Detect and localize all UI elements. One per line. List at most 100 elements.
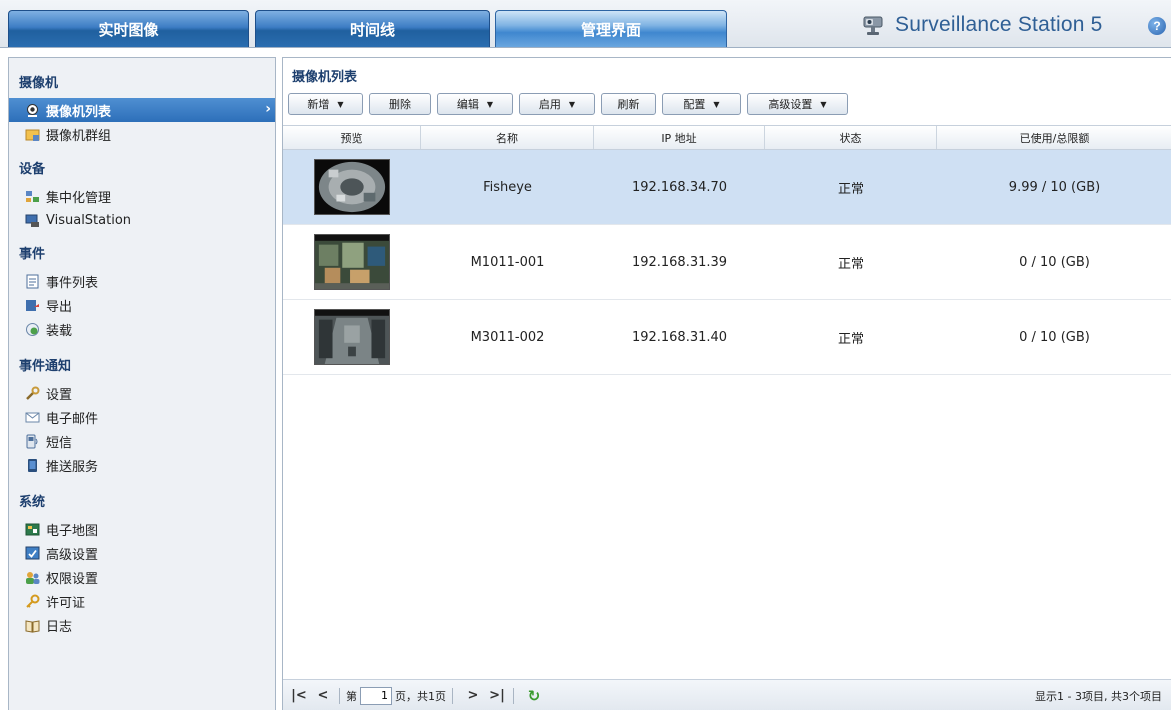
sidebar-item-sms[interactable]: 短信 [9, 429, 275, 453]
sidebar-item-privilege[interactable]: 权限设置 [9, 565, 275, 589]
camera-status: 正常 [837, 331, 864, 347]
edit-button[interactable]: 编辑 ▼ [437, 93, 513, 115]
sidebar-item-label: 推送服务 [46, 459, 99, 475]
sidebar-item-label: 事件列表 [46, 275, 99, 291]
column-header-ip[interactable]: IP 地址 [594, 126, 765, 149]
camera-status: 正常 [837, 181, 864, 197]
brand: Surveillance Station 5 [862, 13, 1103, 37]
add-button[interactable]: 新增 ▼ [288, 93, 363, 115]
sidebar-section-camera: 摄像机 [19, 76, 59, 91]
refresh-button[interactable]: 刷新 [601, 93, 656, 115]
camera-table: Fisheye 192.168.34.70 正常 9.99 / 10 (GB) [283, 150, 1171, 375]
sidebar-item-camera-list[interactable]: 摄像机列表 › [9, 98, 275, 122]
camera-preview-thumbnail [314, 159, 390, 215]
camera-ip: 192.168.31.39 [631, 254, 728, 270]
chevron-down-icon: ▼ [713, 99, 720, 109]
sidebar-item-label: 摄像机列表 [46, 104, 112, 120]
config-button[interactable]: 配置 ▼ [662, 93, 741, 115]
sidebar: 摄像机 摄像机列表 › 摄像机群组 设备 集中化管理 VisualStation… [8, 57, 276, 710]
sidebar-item-export[interactable]: 导出 [9, 293, 275, 317]
pager-summary: 显示1 - 3项目, 共3个项目 [1035, 690, 1162, 703]
sidebar-item-label: 电子地图 [46, 523, 99, 539]
help-icon[interactable]: ? [1148, 17, 1166, 35]
sidebar-item-label: 短信 [46, 435, 73, 451]
sidebar-item-label: 装载 [46, 323, 73, 339]
column-header-status[interactable]: 状态 [765, 126, 937, 149]
chevron-down-icon: ▼ [486, 99, 494, 109]
mount-icon [25, 322, 40, 337]
sidebar-item-label: 电子邮件 [46, 411, 99, 427]
sidebar-item-label: 集中化管理 [46, 190, 112, 206]
advanced-settings-button[interactable]: 高级设置 ▼ [747, 93, 848, 115]
wrench-icon [25, 386, 40, 401]
sidebar-item-notify-settings[interactable]: 设置 [9, 381, 275, 405]
sidebar-item-mount[interactable]: 装载 [9, 317, 275, 341]
sidebar-item-license[interactable]: 许可证 [9, 589, 275, 613]
next-page-icon[interactable]: > [463, 686, 483, 706]
refresh-icon[interactable]: ↻ [524, 686, 544, 706]
previous-page-icon[interactable]: < [313, 686, 333, 706]
advanced-settings-icon [25, 546, 40, 561]
sms-icon [25, 434, 40, 449]
page-number-input[interactable] [360, 686, 392, 705]
camera-usage: 0 / 10 (GB) [1019, 254, 1090, 270]
enable-button[interactable]: 启用 ▼ [519, 93, 595, 115]
pager-divider [452, 687, 453, 704]
tab-management[interactable]: 管理界面 [495, 10, 727, 47]
sidebar-section-events: 事件 [19, 247, 46, 262]
sidebar-item-label: 高级设置 [46, 547, 99, 563]
camera-name: M3011-002 [470, 329, 545, 345]
sidebar-item-log[interactable]: 日志 [9, 613, 275, 637]
sidebar-item-emap[interactable]: 电子地图 [9, 517, 275, 541]
table-row[interactable]: Fisheye 192.168.34.70 正常 9.99 / 10 (GB) [283, 150, 1171, 225]
first-page-icon[interactable]: |< [289, 686, 309, 706]
sidebar-item-label: 设置 [46, 387, 73, 403]
tab-live-view[interactable]: 实时图像 [8, 10, 249, 47]
sidebar-item-visualstation[interactable]: VisualStation [9, 208, 275, 232]
sidebar-item-email[interactable]: 电子邮件 [9, 405, 275, 429]
sidebar-item-label: 导出 [46, 299, 73, 315]
enable-button-label: 启用 [538, 98, 561, 111]
license-key-icon [25, 594, 40, 609]
camera-ip: 192.168.34.70 [631, 179, 728, 195]
chevron-down-icon: ▼ [820, 99, 827, 109]
table-row[interactable]: M1011-001 192.168.31.39 正常 0 / 10 (GB) [283, 225, 1171, 300]
camera-usage: 9.99 / 10 (GB) [1008, 179, 1101, 195]
column-header-preview[interactable]: 预览 [283, 126, 421, 149]
config-button-label: 配置 [683, 98, 706, 111]
sidebar-section-devices: 设备 [19, 162, 46, 177]
advanced-settings-button-label: 高级设置 [768, 98, 813, 111]
sidebar-item-event-list[interactable]: 事件列表 [9, 269, 275, 293]
page-title: 摄像机列表 [292, 70, 358, 85]
sidebar-item-label: 许可证 [46, 595, 86, 611]
sidebar-item-central-management[interactable]: 集中化管理 [9, 184, 275, 208]
sidebar-item-advanced-settings[interactable]: 高级设置 [9, 541, 275, 565]
page-suffix: 页，共1页 [395, 689, 446, 703]
log-book-icon [25, 618, 40, 633]
central-management-icon [25, 189, 40, 204]
column-header-usage[interactable]: 已使用/总限额 [937, 126, 1171, 149]
pager-divider [339, 687, 340, 704]
sidebar-item-push-service[interactable]: 推送服务 [9, 453, 275, 477]
preview-cell [283, 300, 421, 374]
chevron-down-icon: ▼ [337, 99, 344, 109]
sidebar-item-camera-group[interactable]: 摄像机群组 [9, 122, 275, 146]
main-panel: 摄像机列表 新增 ▼ 删除 编辑 ▼ 启用 ▼ 刷新 配置 ▼ 高级设置 ▼ 预… [282, 57, 1171, 710]
sidebar-item-label: VisualStation [46, 212, 132, 228]
sidebar-item-label: 摄像机群组 [46, 128, 112, 144]
delete-button[interactable]: 删除 [369, 93, 431, 115]
camera-list-icon [25, 103, 40, 118]
email-icon [25, 410, 40, 425]
export-icon [25, 298, 40, 313]
tab-timeline[interactable]: 时间线 [255, 10, 490, 47]
table-row[interactable]: M3011-002 192.168.31.40 正常 0 / 10 (GB) [283, 300, 1171, 375]
delete-button-label: 删除 [389, 98, 411, 111]
last-page-icon[interactable]: >| [487, 686, 507, 706]
chevron-right-icon: › [265, 101, 271, 117]
table-header: 预览 名称 IP 地址 状态 已使用/总限额 [283, 125, 1171, 150]
sidebar-section-notifications: 事件通知 [19, 359, 72, 374]
column-header-name[interactable]: 名称 [421, 126, 594, 149]
camera-name: M1011-001 [470, 254, 545, 270]
visualstation-icon [25, 213, 40, 228]
push-service-icon [25, 458, 40, 473]
